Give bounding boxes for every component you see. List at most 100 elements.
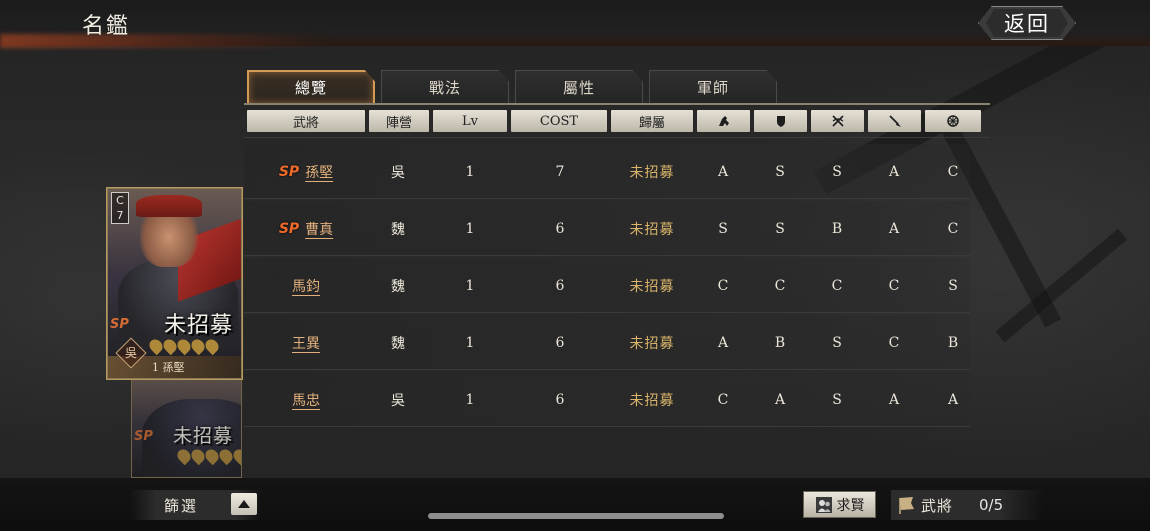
card-cost-letter: C [116, 194, 124, 207]
page-title: 名鑑 [82, 14, 131, 39]
general-count-panel: 武將 0/5 [891, 490, 1043, 520]
card-footer-name: 1 孫堅 [152, 361, 185, 374]
triangle-up-icon [238, 500, 250, 508]
table-row[interactable]: SP 曹真 魏 1 6 未招募 S S B A C [244, 201, 970, 256]
level-cell: 1 [465, 391, 475, 408]
rank-cavalry-cell: A [717, 334, 729, 351]
back-button-label: 返回 [1004, 12, 1050, 36]
table-row[interactable]: 馬忠 吳 1 6 未招募 C A S A A [244, 372, 970, 427]
rank-shield-cell: B [774, 334, 786, 351]
home-indicator[interactable] [428, 513, 724, 519]
rank-cavalry-cell: C [717, 277, 729, 294]
portrait-headband [136, 195, 202, 217]
status-cell: 未招募 [629, 392, 675, 409]
general-name-cell[interactable]: SP 孫堅 [244, 144, 368, 199]
sp-badge: SP [278, 163, 300, 180]
tab-overview[interactable]: 總覽 [247, 70, 375, 103]
card-status-text: 未招募 [163, 313, 233, 338]
header-divider [244, 137, 990, 138]
column-header-shield[interactable] [754, 110, 807, 132]
column-header-crossbow[interactable] [811, 110, 864, 132]
filter-button-label: 篩選 [164, 496, 199, 515]
sort-toggle-button[interactable] [231, 493, 257, 515]
level-cell: 1 [465, 334, 475, 351]
wheel-icon [947, 115, 959, 127]
level-cell: 1 [465, 163, 475, 180]
card-cost-value: 7 [116, 209, 124, 222]
rank-siege-cell: A [947, 391, 959, 408]
sp-badge: SP [278, 220, 300, 237]
general-name-link[interactable]: 馬鈞 [292, 276, 320, 296]
column-header-general[interactable]: 武將 [247, 110, 365, 132]
general-card-secondary[interactable]: 未招募 SP [131, 378, 242, 478]
table-row[interactable]: SP 孫堅 吳 1 7 未招募 A S S A C [244, 144, 970, 199]
rank-shield-cell: C [774, 277, 786, 294]
star-icon [230, 446, 241, 466]
status-cell: 未招募 [629, 221, 675, 238]
general-banner-icon [899, 497, 914, 514]
rank-spear-cell: C [888, 277, 900, 294]
rank-siege-cell: C [947, 163, 959, 180]
rank-shield-cell: S [775, 163, 785, 180]
general-name-link[interactable]: 馬忠 [292, 390, 320, 410]
crossbow-icon [831, 115, 844, 127]
general-count: 0/5 [979, 496, 1004, 514]
rank-shield-cell: A [774, 391, 786, 408]
cost-cell: 6 [555, 334, 565, 351]
table-row[interactable]: 王異 魏 1 6 未招募 A B S C B [244, 315, 970, 370]
back-button[interactable]: 返回 [978, 6, 1076, 40]
status-cell: 未招募 [629, 164, 675, 181]
cavalry-icon [718, 116, 729, 126]
level-cell: 1 [465, 220, 475, 237]
card-sp-mark: SP [134, 429, 153, 444]
rank-spear-cell: A [888, 220, 900, 237]
level-cell: 1 [465, 277, 475, 294]
cost-cell: 6 [555, 220, 565, 237]
tab-underline [244, 103, 990, 105]
general-name-cell[interactable]: SP 曹真 [244, 201, 368, 256]
column-header-spear[interactable] [868, 110, 921, 132]
recruit-button[interactable]: 求賢 [803, 491, 876, 518]
general-name-cell[interactable]: 馬鈞 [244, 258, 368, 313]
card-cost-box: C 7 [111, 192, 129, 224]
rank-spear-cell: A [888, 391, 900, 408]
rank-crossbow-cell: S [832, 334, 842, 351]
card-status-text: 未招募 [172, 425, 233, 447]
tab-tactics[interactable]: 戰法 [381, 70, 509, 103]
general-name-link[interactable]: 孫堅 [305, 162, 333, 182]
general-name-cell[interactable]: 馬忠 [244, 372, 368, 427]
column-header-affiliation[interactable]: 歸屬 [611, 110, 693, 132]
general-name-link[interactable]: 曹真 [305, 219, 333, 239]
card-footer: 吳 1 孫堅 [108, 337, 241, 378]
cost-cell: 7 [555, 163, 565, 180]
faction-cell: 魏 [391, 335, 405, 352]
header-bar: 名鑑 返回 [0, 0, 1150, 48]
tab-attributes[interactable]: 屬性 [515, 70, 643, 103]
cost-cell: 6 [555, 277, 565, 294]
tab-advisor[interactable]: 軍師 [649, 70, 777, 103]
table-row[interactable]: 馬鈞 魏 1 6 未招募 C C C C S [244, 258, 970, 313]
rank-cavalry-cell: A [717, 163, 729, 180]
bottom-bar: 篩選 求賢 武將 0/5 [0, 478, 1150, 531]
general-name-cell[interactable]: 王異 [244, 315, 368, 370]
general-card-selected[interactable]: C 7 SP 未招募 吳 1 孫堅 [107, 188, 242, 379]
status-cell: 未招募 [629, 335, 675, 352]
rank-siege-cell: B [947, 334, 959, 351]
cost-cell: 6 [555, 391, 565, 408]
column-header-cavalry[interactable] [697, 110, 750, 132]
faction-cell: 魏 [391, 221, 405, 238]
rank-crossbow-cell: B [831, 220, 843, 237]
recruit-icon [815, 496, 832, 513]
rank-siege-cell: C [947, 220, 959, 237]
rank-crossbow-cell: S [832, 163, 842, 180]
rank-crossbow-cell: S [832, 391, 842, 408]
shield-icon [776, 116, 785, 127]
rank-shield-cell: S [775, 220, 785, 237]
spear-icon [888, 115, 901, 127]
column-header-faction[interactable]: 陣營 [369, 110, 429, 132]
column-header-cost[interactable]: COST [511, 110, 607, 132]
column-header-level[interactable]: Lv [433, 110, 507, 132]
column-header-siege[interactable] [925, 110, 981, 132]
general-name-link[interactable]: 王異 [292, 333, 320, 353]
card-stars [174, 446, 241, 466]
